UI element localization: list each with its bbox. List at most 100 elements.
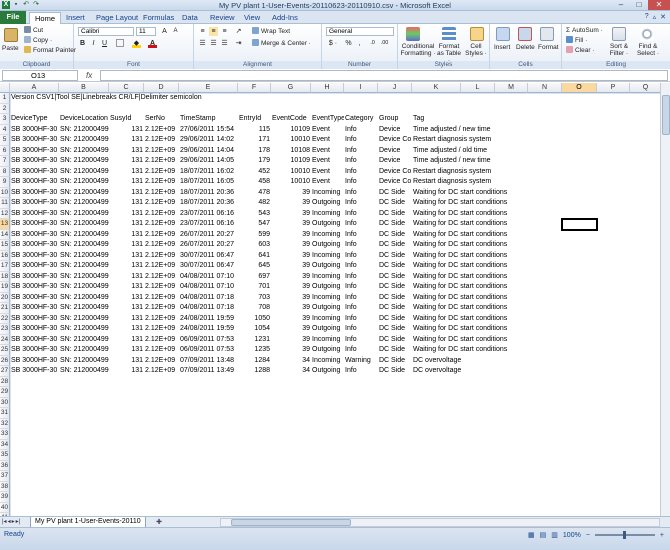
table-cell[interactable]: SN: 2120004990 [59,198,109,209]
column-header[interactable]: N [528,83,562,93]
zoom-slider[interactable] [594,531,655,539]
font-size-select[interactable]: 11 [136,27,156,36]
table-cell[interactable]: 131 [109,251,144,262]
table-cell[interactable]: 2.12E+09 [144,335,179,346]
column-title-cell[interactable]: EventType [311,114,344,125]
table-cell[interactable]: 131 [109,335,144,346]
row-header[interactable]: 34 [0,439,10,450]
table-cell[interactable]: Incoming [311,209,344,220]
format-button[interactable]: Format [538,43,559,52]
table-cell[interactable]: 10109 [271,156,311,167]
table-cell[interactable]: SB 3000HF-30 [10,167,59,178]
table-cell[interactable]: SB 3000HF-30 [10,282,59,293]
table-cell[interactable]: Info [344,324,378,335]
table-cell[interactable]: SN: 2120004990 [59,125,109,136]
table-cell[interactable]: 458 [238,177,271,188]
grow-font-button[interactable]: A [160,27,169,36]
table-cell[interactable]: 26/07/2011 20:27 [179,240,238,251]
function-icon[interactable]: fx [86,70,92,81]
table-cell[interactable]: Time adjusted / new time [412,125,522,136]
table-cell[interactable]: SN: 2120004990 [59,303,109,314]
table-cell[interactable]: SN: 2120004990 [59,282,109,293]
comma-button[interactable]: , [355,39,364,48]
column-header[interactable]: O [562,83,597,93]
column-header[interactable]: L [461,83,495,93]
row-header[interactable]: 8 [0,166,10,177]
format-table-icon[interactable] [442,27,456,41]
table-cell[interactable]: SB 3000HF-30 [10,335,59,346]
align-center-icon[interactable]: ☰ [209,39,218,48]
table-cell[interactable]: 645 [238,261,271,272]
copy-button[interactable]: Copy · [24,36,52,45]
table-cell[interactable]: SN: 2120004990 [59,251,109,262]
tab-file[interactable]: File [0,11,26,24]
table-cell[interactable]: DC Side [378,198,412,209]
table-cell[interactable]: SB 3000HF-30 [10,251,59,262]
column-title-cell[interactable]: Tag [412,114,522,125]
table-cell[interactable]: 1050 [238,314,271,325]
table-cell[interactable]: Info [344,209,378,220]
table-cell[interactable]: DC Side [378,366,412,377]
row-header[interactable]: 26 [0,355,10,366]
underline-button[interactable]: U [100,39,109,48]
fill-color-icon[interactable]: ◆ [132,39,141,48]
tab-insert[interactable]: Insert [61,12,90,24]
table-cell[interactable]: 39 [271,272,311,283]
table-cell[interactable]: 2.12E+09 [144,219,179,230]
table-cell[interactable]: SB 3000HF-30 [10,188,59,199]
table-cell[interactable]: 2.12E+09 [144,230,179,241]
table-cell[interactable]: 131 [109,209,144,220]
table-cell[interactable]: 10108 [271,146,311,157]
table-cell[interactable]: 39 [271,198,311,209]
delete-button[interactable]: Delete [516,43,535,52]
row-header[interactable]: 32 [0,418,10,429]
table-cell[interactable]: 18/07/2011 20:36 [179,198,238,209]
insert-button[interactable]: Insert [494,43,510,52]
table-cell[interactable]: 39 [271,335,311,346]
table-cell[interactable]: Info [344,366,378,377]
table-cell[interactable]: 39 [271,188,311,199]
sort-filter-button[interactable]: Sort & Filter · [606,43,632,57]
column-title-cell[interactable]: Group [378,114,412,125]
table-cell[interactable]: DC Side [378,230,412,241]
zoom-in-icon[interactable]: + [660,532,664,539]
align-top-icon[interactable]: ≡ [198,27,207,36]
table-cell[interactable] [271,93,311,104]
table-cell[interactable]: 171 [238,135,271,146]
table-cell[interactable]: 39 [271,219,311,230]
row-header[interactable]: 19 [0,282,10,293]
table-cell[interactable]: Event [311,135,344,146]
decrease-decimal-icon[interactable]: .00 [380,39,389,48]
table-cell[interactable] [59,93,109,104]
table-cell[interactable]: 482 [238,198,271,209]
table-cell[interactable] [344,93,378,104]
table-cell[interactable]: Waiting for DC start conditions [412,335,522,346]
table-cell[interactable]: SN: 2120004990 [59,293,109,304]
table-cell[interactable]: 18/07/2011 16:02 [179,167,238,178]
table-cell[interactable]: 1288 [238,366,271,377]
table-cell[interactable]: 2.12E+09 [144,314,179,325]
table-cell[interactable]: 697 [238,272,271,283]
table-cell[interactable]: 07/09/2011 13:49 [179,366,238,377]
table-cell[interactable]: 39 [271,209,311,220]
table-cell[interactable]: 39 [271,314,311,325]
table-cell[interactable]: SB 3000HF-30 [10,303,59,314]
merge-center-button[interactable]: Merge & Center · [252,39,311,48]
tab-formulas[interactable]: Formulas [138,12,179,24]
table-cell[interactable]: DC Side [378,282,412,293]
row-header[interactable]: 40 [0,502,10,513]
table-cell[interactable] [109,104,144,115]
table-cell[interactable] [412,104,522,115]
row-header[interactable]: 21 [0,303,10,314]
table-cell[interactable]: Restart diagnosis system [412,135,522,146]
table-cell[interactable]: SN: 2120004990 [59,272,109,283]
autosum-button[interactable]: Σ AutoSum · [566,26,603,35]
table-cell[interactable]: 39 [271,345,311,356]
table-cell[interactable]: SB 3000HF-30 [10,314,59,325]
tab-page-layout[interactable]: Page Layout [91,12,143,24]
table-cell[interactable]: SB 3000HF-30 [10,356,59,367]
table-cell[interactable]: 39 [271,251,311,262]
table-cell[interactable]: Outgoing [311,219,344,230]
row-header[interactable]: 23 [0,324,10,335]
row-header[interactable]: 2 [0,103,10,114]
